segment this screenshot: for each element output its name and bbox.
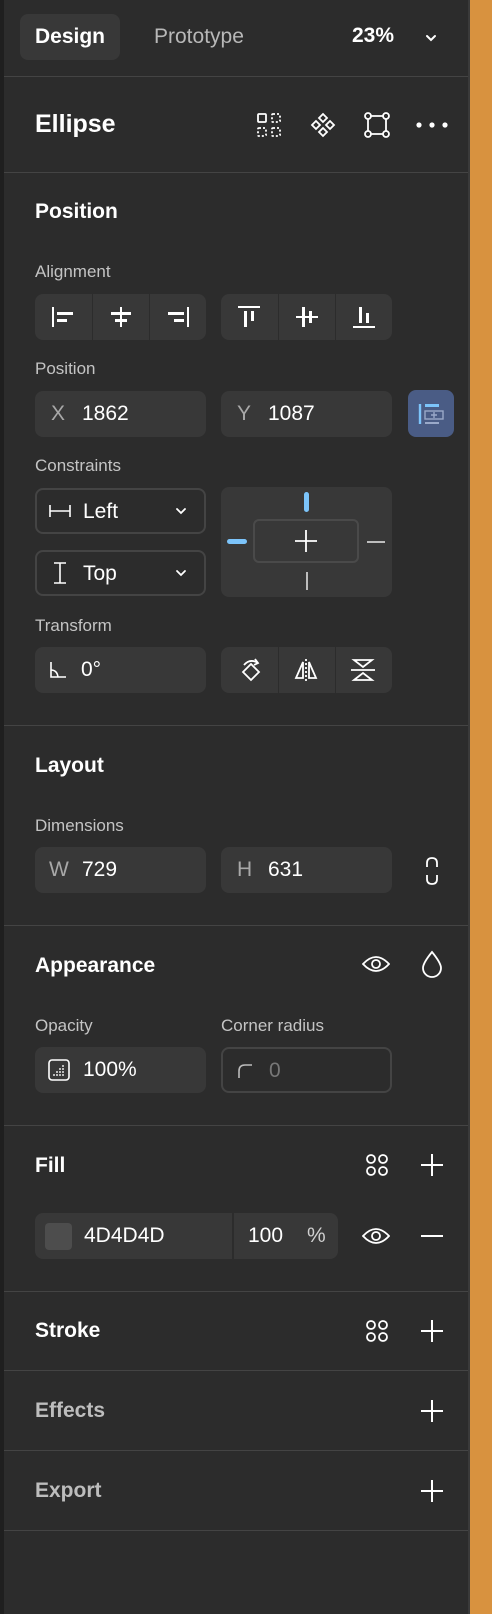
component-icon[interactable] xyxy=(309,111,337,139)
position-label: Position xyxy=(35,359,96,378)
corner-radius-label: Corner radius xyxy=(221,1016,324,1035)
fill-row[interactable]: 4D4D4D 100 % xyxy=(35,1213,338,1259)
export-section-title: Export xyxy=(35,1479,102,1502)
x-prefix: X xyxy=(51,402,66,425)
fill-opacity-value[interactable]: 100 xyxy=(248,1224,283,1248)
rotation-field[interactable]: 0° xyxy=(35,647,206,693)
y-position-field[interactable]: Y 1087 xyxy=(221,391,392,437)
horizontal-alignment-group xyxy=(35,294,206,340)
flip-vertical-icon[interactable] xyxy=(350,657,376,683)
y-value[interactable]: 1087 xyxy=(268,402,315,426)
fill-hex-value[interactable]: 4D4D4D xyxy=(84,1224,165,1248)
constraints-widget[interactable] xyxy=(221,487,392,597)
corner-radius-icon xyxy=(237,1063,253,1079)
left-constraint-handle[interactable] xyxy=(227,539,247,544)
align-horizontal-center-icon[interactable] xyxy=(109,306,133,328)
align-vertical-center-icon[interactable] xyxy=(295,305,319,329)
tab-design[interactable]: Design xyxy=(20,14,121,60)
styles-grid-icon[interactable] xyxy=(365,1319,389,1343)
absolute-position-button[interactable] xyxy=(408,390,454,437)
width-value[interactable]: 729 xyxy=(82,858,117,882)
fill-opacity-percent: % xyxy=(307,1224,326,1247)
h-prefix: H xyxy=(237,858,253,881)
width-field[interactable]: W 729 xyxy=(35,847,206,893)
bottom-constraint-handle[interactable] xyxy=(306,572,308,590)
horizontal-constraint-value: Left xyxy=(83,500,119,523)
height-field[interactable]: H 631 xyxy=(221,847,392,893)
align-right-icon[interactable] xyxy=(166,306,190,328)
stroke-section-title: Stroke xyxy=(35,1319,101,1342)
vertical-constraint-icon xyxy=(52,562,68,584)
styles-grid-icon[interactable] xyxy=(365,1153,389,1177)
opacity-label: Opacity xyxy=(35,1016,93,1035)
plus-icon xyxy=(294,529,318,553)
vector-edit-icon[interactable] xyxy=(363,111,391,139)
constraints-label: Constraints xyxy=(35,456,121,475)
x-position-field[interactable]: X 1862 xyxy=(35,391,206,437)
align-top-icon[interactable] xyxy=(237,305,261,329)
grid-select-icon[interactable] xyxy=(256,112,282,138)
vertical-alignment-group xyxy=(221,294,392,340)
corner-radius-field[interactable]: 0 xyxy=(221,1047,392,1093)
x-value[interactable]: 1862 xyxy=(82,402,129,426)
angle-icon xyxy=(49,661,67,679)
chevron-down-icon[interactable] xyxy=(424,31,438,45)
dimensions-label: Dimensions xyxy=(35,816,124,835)
corner-radius-value[interactable]: 0 xyxy=(269,1059,281,1083)
add-export-icon[interactable] xyxy=(420,1479,444,1503)
layout-section-title: Layout xyxy=(35,754,104,777)
opacity-field[interactable]: 100% xyxy=(35,1047,206,1093)
rotate-icon[interactable] xyxy=(238,656,264,684)
top-constraint-handle[interactable] xyxy=(304,492,309,512)
eye-icon[interactable] xyxy=(362,953,390,975)
opacity-icon xyxy=(48,1059,70,1081)
height-value[interactable]: 631 xyxy=(268,858,303,882)
tab-prototype[interactable]: Prototype xyxy=(139,14,259,60)
absolute-position-icon xyxy=(418,400,446,428)
alignment-label: Alignment xyxy=(35,262,111,281)
zoom-level[interactable]: 23% xyxy=(352,24,394,48)
transform-actions-group xyxy=(221,647,392,693)
fill-section-title: Fill xyxy=(35,1154,66,1177)
chevron-down-icon xyxy=(175,505,187,517)
layer-title: Ellipse xyxy=(35,110,116,138)
align-left-icon[interactable] xyxy=(51,306,75,328)
effects-section-title: Effects xyxy=(35,1399,106,1422)
horizontal-constraint-select[interactable]: Left xyxy=(35,488,206,534)
y-prefix: Y xyxy=(237,402,252,425)
vertical-constraint-select[interactable]: Top xyxy=(35,550,206,596)
add-stroke-icon[interactable] xyxy=(420,1319,444,1343)
opacity-value[interactable]: 100% xyxy=(83,1058,137,1082)
fill-color-swatch[interactable] xyxy=(45,1223,72,1250)
right-constraint-handle[interactable] xyxy=(367,541,385,543)
remove-fill-icon[interactable] xyxy=(420,1234,444,1238)
transform-label: Transform xyxy=(35,616,112,635)
rotation-value[interactable]: 0° xyxy=(81,658,101,682)
design-panel: Design Prototype 23% Ellipse Position Al… xyxy=(4,0,468,1614)
constrain-proportions-icon[interactable] xyxy=(422,856,442,886)
blend-mode-icon[interactable] xyxy=(421,950,443,978)
canvas-edge xyxy=(468,0,492,1614)
add-effect-icon[interactable] xyxy=(420,1399,444,1423)
align-bottom-icon[interactable] xyxy=(352,305,376,329)
eye-icon[interactable] xyxy=(362,1225,390,1247)
vertical-constraint-value: Top xyxy=(83,562,117,585)
chevron-down-icon xyxy=(175,567,187,579)
appearance-section-title: Appearance xyxy=(35,954,156,977)
horizontal-constraint-icon xyxy=(49,503,71,519)
w-prefix: W xyxy=(49,858,69,881)
flip-horizontal-icon[interactable] xyxy=(293,658,319,682)
position-section-title: Position xyxy=(35,200,118,223)
more-options-icon[interactable] xyxy=(416,122,448,128)
add-fill-icon[interactable] xyxy=(420,1153,444,1177)
